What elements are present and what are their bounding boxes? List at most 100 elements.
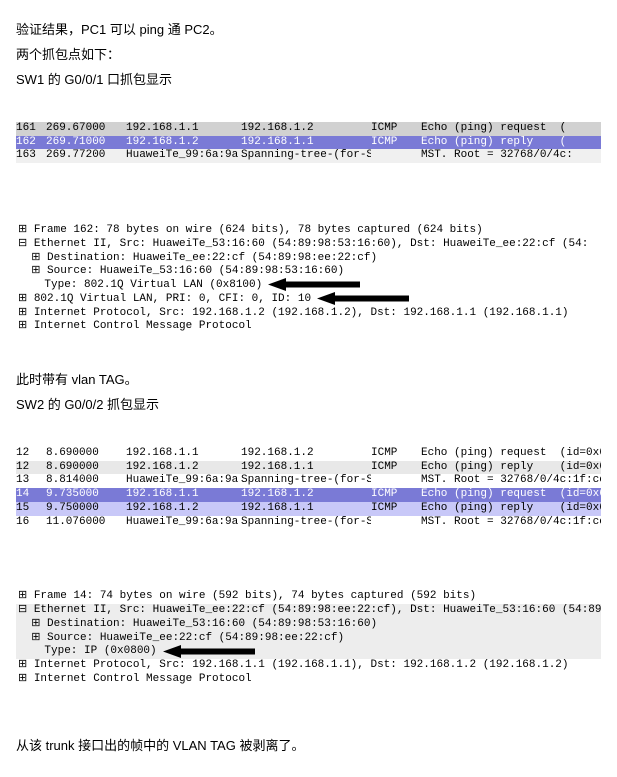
capture-2-tree: ⊞ Frame 14: 74 bytes on wire (592 bits),… [16,590,601,686]
packet-cell: Echo (ping) request (id=0x6598, s [421,488,601,502]
tree-text: ⊞ Internet Control Message Protocol [18,673,252,685]
packet-cell: 9.735000 [46,488,126,502]
packet-cell: HuaweiTe_99:6a:9a [126,149,241,163]
annotation-arrow-icon [163,645,255,664]
packet-cell: Echo (ping) request ( [421,122,601,136]
packet-row[interactable]: 138.814000HuaweiTe_99:6a:9aSpanning-tree… [16,474,601,488]
packet-cell: 192.168.1.2 [241,447,371,461]
packet-row[interactable]: 128.690000192.168.1.2192.168.1.1ICMPEcho… [16,461,601,475]
packet-cell: 9.750000 [46,502,126,516]
tree-line[interactable]: ⊞ Internet Control Message Protocol [16,673,601,687]
packet-cell: 163 [16,149,46,163]
tree-line[interactable]: ⊞ Internet Protocol, Src: 192.168.1.1 (1… [16,659,601,673]
packet-cell: 162 [16,136,46,150]
tree-line[interactable]: ⊟ Ethernet II, Src: HuaweiTe_ee:22:cf (5… [16,604,601,618]
packet-cell: 8.690000 [46,447,126,461]
packet-cell: 11.076000 [46,516,126,530]
tree-line[interactable]: ⊞ Frame 162: 78 bytes on wire (624 bits)… [16,224,601,238]
tree-line[interactable]: ⊞ Source: HuaweiTe_ee:22:cf (54:89:98:ee… [16,632,601,646]
packet-cell: Spanning-tree-(for-STP [241,474,371,488]
packet-cell [371,516,421,530]
packet-cell: 192.168.1.2 [126,136,241,150]
tree-text: ⊞ Internet Protocol, Src: 192.168.1.2 (1… [18,307,569,319]
packet-cell: 12 [16,461,46,475]
packet-cell: 192.168.1.2 [126,461,241,475]
packet-cell: 192.168.1.1 [241,461,371,475]
tree-text: ⊞ Frame 162: 78 bytes on wire (624 bits)… [18,224,483,236]
packet-cell: 192.168.1.1 [126,447,241,461]
tree-line[interactable]: ⊟ Ethernet II, Src: HuaweiTe_53:16:60 (5… [16,238,601,252]
tree-text: ⊞ Internet Protocol, Src: 192.168.1.1 (1… [18,659,569,671]
tree-text: ⊞ Frame 14: 74 bytes on wire (592 bits),… [18,590,476,602]
packet-cell: ICMP [371,122,421,136]
packet-cell: 14 [16,488,46,502]
capture-1-tree: ⊞ Frame 162: 78 bytes on wire (624 bits)… [16,224,601,334]
capture-1-packet-list: 161269.67000192.168.1.1192.168.1.2ICMPEc… [16,122,601,163]
mid-line-2: SW2 的 G0/0/2 抓包显示 [16,395,601,416]
packet-cell: 8.814000 [46,474,126,488]
tree-text: Type: 802.1Q Virtual LAN (0x8100) [18,279,262,291]
packet-cell [371,149,421,163]
packet-cell: 192.168.1.2 [241,488,371,502]
packet-row[interactable]: 162269.71000192.168.1.2192.168.1.1ICMPEc… [16,136,601,150]
packet-cell: ICMP [371,136,421,150]
packet-row[interactable]: 149.735000192.168.1.1192.168.1.2ICMPEcho… [16,488,601,502]
packet-row[interactable]: 161269.67000192.168.1.1192.168.1.2ICMPEc… [16,122,601,136]
packet-cell: HuaweiTe_99:6a:9a [126,516,241,530]
tree-line[interactable]: ⊞ Destination: HuaweiTe_ee:22:cf (54:89:… [16,252,601,266]
intro-line-2: 两个抓包点如下： [16,45,601,66]
packet-cell: 8.690000 [46,461,126,475]
packet-cell: Echo (ping) request (id=0x6498, s [421,447,601,461]
packet-cell: 192.168.1.1 [126,488,241,502]
tree-line[interactable]: Type: IP (0x0800) [16,645,601,659]
capture-1: 161269.67000192.168.1.1192.168.1.2ICMPEc… [16,94,601,348]
packet-cell: Spanning-tree-(for-STP [241,149,371,163]
packet-row[interactable]: 163269.77200HuaweiTe_99:6a:9aSpanning-tr… [16,149,601,163]
packet-cell: Spanning-tree-(for-STP [241,516,371,530]
capture-2-packet-list: 128.690000192.168.1.1192.168.1.2ICMPEcho… [16,447,601,530]
packet-cell: 269.67000 [46,122,126,136]
packet-cell: HuaweiTe_99:6a:9a [126,474,241,488]
tree-text: ⊞ 802.1Q Virtual LAN, PRI: 0, CFI: 0, ID… [18,293,311,305]
tree-line[interactable]: ⊞ Destination: HuaweiTe_53:16:60 (54:89:… [16,618,601,632]
tree-text: ⊞ Source: HuaweiTe_53:16:60 (54:89:98:53… [18,265,344,277]
tree-text: ⊞ Destination: HuaweiTe_ee:22:cf (54:89:… [18,252,377,264]
packet-cell: 192.168.1.1 [126,122,241,136]
packet-cell: Echo (ping) reply ( [421,136,601,150]
packet-cell: MST. Root = 32768/0/4c:1f:cc:99:6a [421,474,601,488]
tree-line[interactable]: ⊞ Internet Protocol, Src: 192.168.1.2 (1… [16,307,601,321]
tree-text: ⊟ Ethernet II, Src: HuaweiTe_53:16:60 (5… [18,238,588,250]
mid-line-1: 此时带有 vlan TAG。 [16,370,601,391]
packet-cell: MST. Root = 32768/0/4c: [421,149,601,163]
packet-cell: 12 [16,447,46,461]
intro-line-3: SW1 的 G0/0/1 口抓包显示 [16,70,601,91]
packet-cell: 161 [16,122,46,136]
packet-cell: ICMP [371,447,421,461]
packet-cell: ICMP [371,502,421,516]
packet-cell: 192.168.1.2 [241,122,371,136]
packet-cell: 269.77200 [46,149,126,163]
packet-cell: Echo (ping) reply (id=0x6598, s [421,502,601,516]
tree-line[interactable]: ⊞ Source: HuaweiTe_53:16:60 (54:89:98:53… [16,265,601,279]
packet-row[interactable]: 128.690000192.168.1.1192.168.1.2ICMPEcho… [16,447,601,461]
packet-cell: 269.71000 [46,136,126,150]
intro-line-1: 验证结果，PC1 可以 ping 通 PC2。 [16,20,601,41]
packet-cell: 13 [16,474,46,488]
tree-text: ⊟ Ethernet II, Src: HuaweiTe_ee:22:cf (5… [18,604,601,616]
packet-cell: 192.168.1.1 [241,136,371,150]
tree-text: ⊞ Internet Control Message Protocol [18,320,252,332]
tree-line[interactable]: ⊞ Frame 14: 74 bytes on wire (592 bits),… [16,590,601,604]
packet-cell [371,474,421,488]
packet-row[interactable]: 1611.076000HuaweiTe_99:6a:9aSpanning-tre… [16,516,601,530]
packet-cell: Echo (ping) reply (id=0x6498, s [421,461,601,475]
packet-cell: 192.168.1.1 [241,502,371,516]
tree-text: ⊞ Source: HuaweiTe_ee:22:cf (54:89:98:ee… [18,632,344,644]
packet-cell: ICMP [371,488,421,502]
packet-cell: ICMP [371,461,421,475]
tree-line[interactable]: ⊞ Internet Control Message Protocol [16,320,601,334]
packet-row[interactable]: 159.750000192.168.1.2192.168.1.1ICMPEcho… [16,502,601,516]
capture-2: 128.690000192.168.1.1192.168.1.2ICMPEcho… [16,419,601,700]
tree-line[interactable]: Type: 802.1Q Virtual LAN (0x8100) [16,279,601,293]
outro-line-1: 从该 trunk 接口出的帧中的 VLAN TAG 被剥离了。 [16,736,601,757]
annotation-arrow-icon [317,292,409,311]
